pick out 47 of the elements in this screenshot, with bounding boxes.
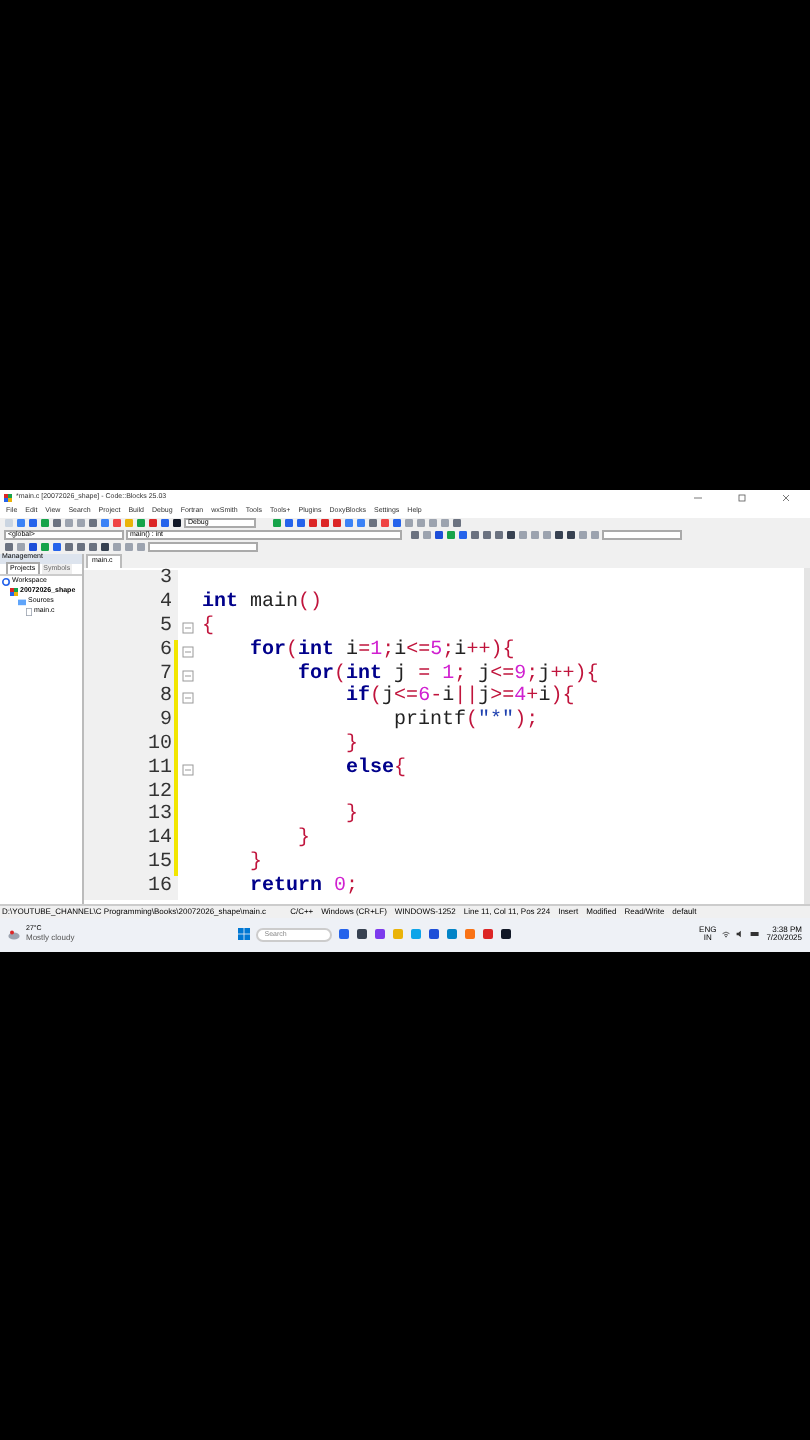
volume-icon[interactable] — [736, 930, 745, 938]
line-number: 13 — [84, 804, 174, 829]
project-icon — [10, 588, 18, 596]
fold-marker-icon[interactable] — [182, 621, 194, 634]
line-number: 3 — [84, 569, 174, 593]
code-line: return 0; — [248, 877, 359, 898]
weather-icon — [8, 929, 20, 939]
fold-marker-icon[interactable] — [182, 763, 194, 776]
line-number: 10 — [84, 734, 174, 758]
line-number: 6 — [84, 639, 174, 664]
close-icon[interactable] — [782, 493, 790, 501]
line-number: 8 — [84, 686, 174, 711]
line-number: 11 — [84, 757, 174, 782]
battery-icon[interactable] — [750, 930, 761, 938]
fold-marker-icon[interactable] — [182, 692, 194, 705]
line-number: 16 — [84, 875, 174, 900]
code-line: { — [200, 617, 215, 638]
code-line: } — [248, 853, 263, 874]
code-editor[interactable]: 3 4 int main() 5 { 6 for(int i=1;i<=5;i++){ 7 for(int j = 1; j<=9;j++){ 8 if(j<=6-i||j>=4+i){ 9 printf("*"); 10 } 11 else{ 12 13 } 14 } 15 } 16 return 0; — [84, 567, 804, 903]
code-line: } — [344, 806, 359, 827]
file-icon — [26, 608, 32, 616]
minimize-icon[interactable] — [694, 493, 702, 501]
code-line: for(int j = 1; j<=9;j++){ — [296, 665, 599, 686]
code-line: else{ — [344, 759, 407, 780]
maximize-icon[interactable] — [738, 493, 746, 501]
start-icon[interactable] — [238, 928, 251, 940]
workspace-icon — [2, 578, 10, 586]
code-line: if(j<=6-i||j>=4+i){ — [344, 688, 575, 709]
text-search-field[interactable] — [148, 542, 258, 552]
line-number: 5 — [84, 616, 174, 640]
app-icon — [4, 493, 12, 501]
search-combo[interactable] — [602, 530, 682, 540]
code-line: for(int i=1;i<=5;i++){ — [248, 641, 515, 662]
code-line: int main() — [200, 594, 323, 615]
line-number: 15 — [84, 852, 174, 876]
fold-marker-icon[interactable] — [182, 669, 194, 682]
line-number: 9 — [84, 710, 174, 735]
code-line: } — [296, 830, 311, 851]
code-line: printf("*"); — [392, 712, 539, 733]
wifi-icon[interactable] — [722, 930, 731, 938]
line-number: 14 — [84, 828, 174, 853]
folder-icon — [18, 598, 26, 606]
line-number: 4 — [84, 592, 174, 617]
line-number: 12 — [84, 781, 174, 805]
code-line: } — [344, 735, 359, 756]
line-number: 7 — [84, 663, 174, 687]
fold-marker-icon[interactable] — [182, 645, 194, 658]
